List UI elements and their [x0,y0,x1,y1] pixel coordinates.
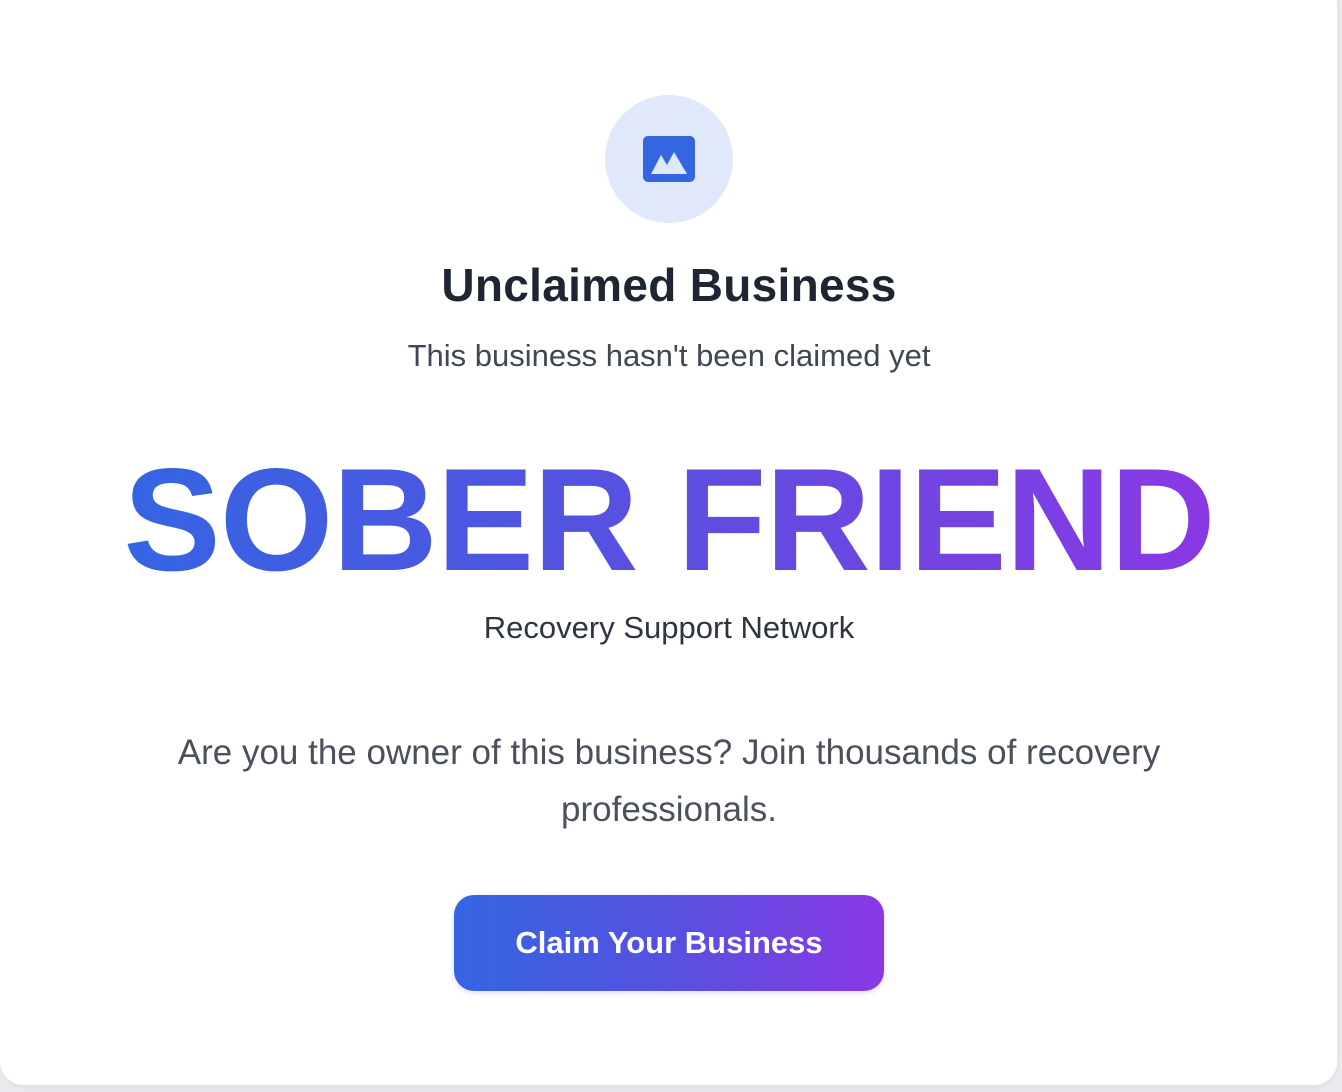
brand-name: SOBER FRIEND [123,438,1215,601]
image-icon [643,136,695,182]
claim-business-button[interactable]: Claim Your Business [454,895,884,991]
image-icon-badge [605,95,733,223]
brand-wordmark: SOBER FRIEND [0,440,1338,600]
card-subtitle: This business hasn't been claimed yet [407,338,931,373]
card-title: Unclaimed Business [441,259,897,311]
owner-pitch-text: Are you the owner of this business? Join… [177,733,1161,829]
unclaimed-business-card: Unclaimed Business This business hasn't … [0,0,1338,1086]
brand-tagline: Recovery Support Network [483,610,855,645]
